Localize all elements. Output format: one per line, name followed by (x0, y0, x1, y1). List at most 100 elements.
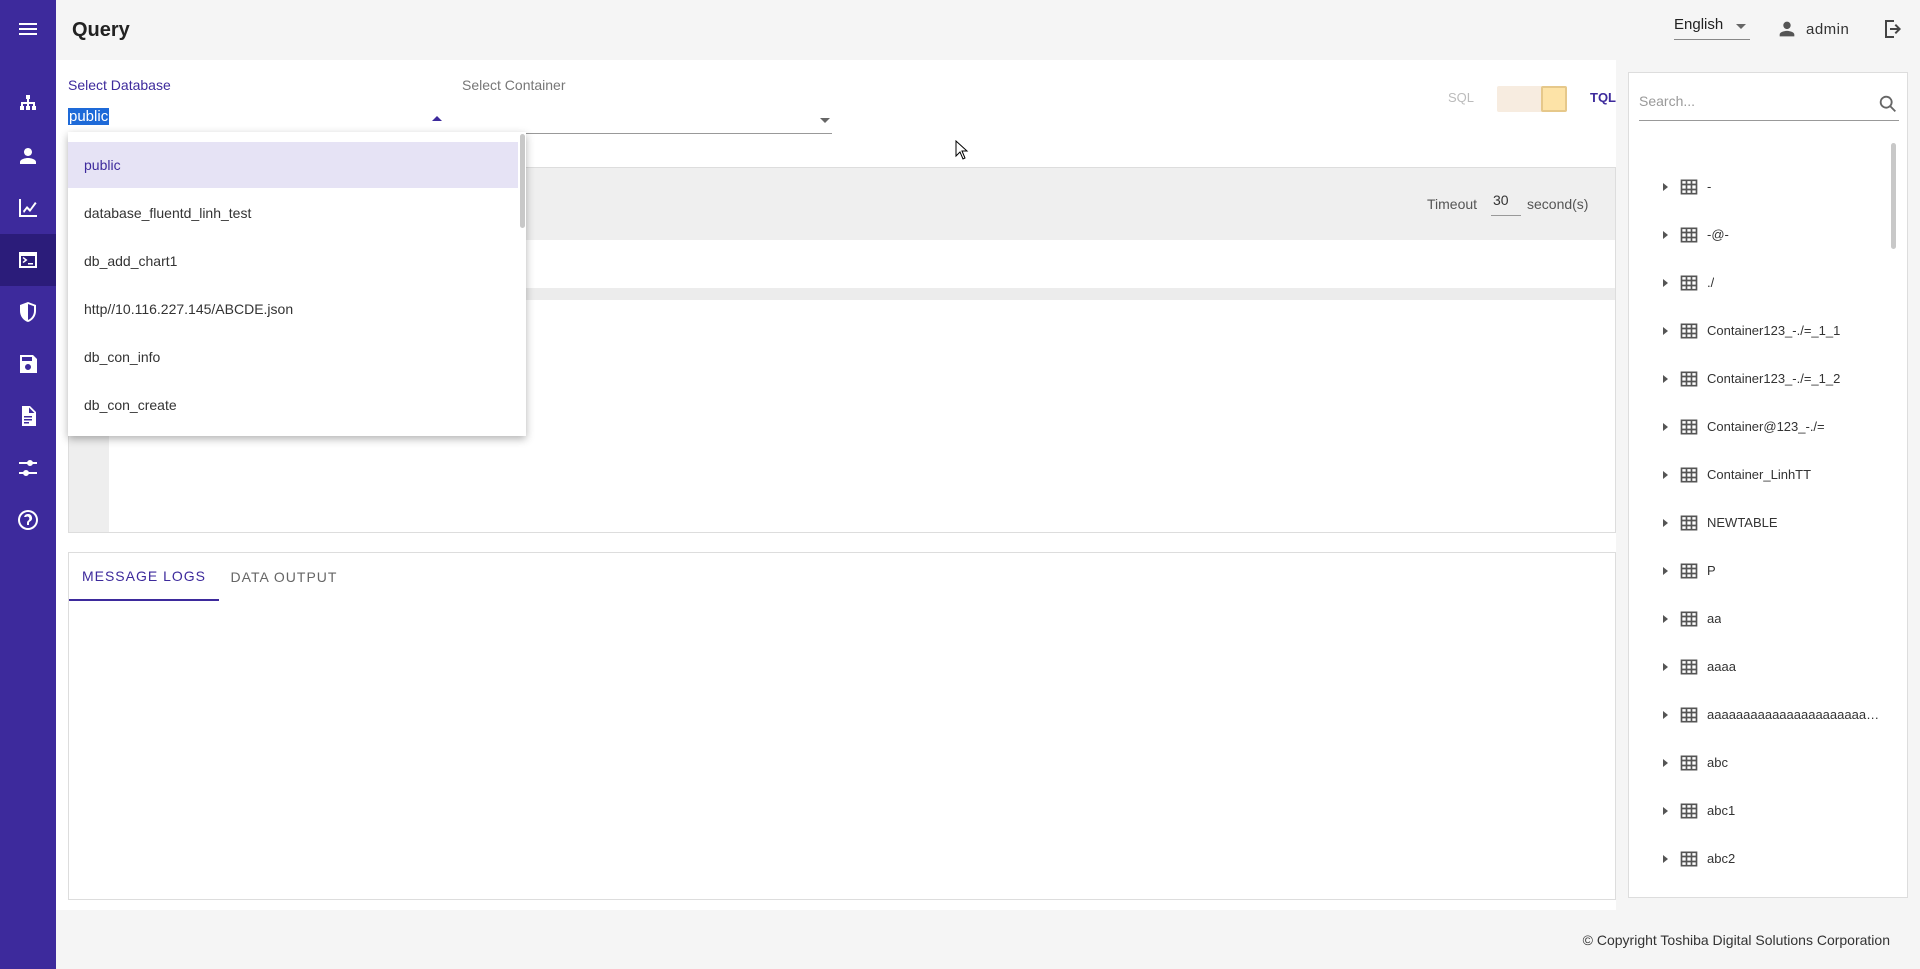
help-icon (18, 510, 38, 530)
tree-item-label: Container_LinhTT (1707, 467, 1812, 482)
sidebar-item-users[interactable] (0, 130, 56, 182)
username: admin (1806, 21, 1850, 38)
tree-item[interactable]: aaaa (1629, 647, 1887, 687)
tree-item[interactable]: abc@abc (1629, 887, 1887, 898)
search-icon[interactable] (1877, 93, 1899, 115)
expand-arrow-icon[interactable] (1663, 375, 1668, 383)
tree-scrollbar[interactable] (1891, 143, 1896, 249)
sql-tql-toggle[interactable] (1497, 84, 1567, 114)
dropdown-option[interactable]: database_fluentd_linh_test (68, 190, 518, 236)
dropdown-option[interactable]: db_con_create (68, 382, 518, 428)
tree-item-label: Container@123_-./= (1707, 419, 1825, 434)
table-icon (1679, 177, 1699, 197)
table-icon (1679, 801, 1699, 821)
tree-item[interactable]: abc1 (1629, 791, 1887, 831)
expand-arrow-icon[interactable] (1663, 855, 1668, 863)
expand-arrow-icon[interactable] (1663, 423, 1668, 431)
logout-icon[interactable] (1880, 17, 1904, 41)
sidebar-item-settings[interactable] (0, 442, 56, 494)
menu-button[interactable] (0, 3, 56, 55)
sidebar-item-backup[interactable] (0, 338, 56, 390)
container-select[interactable] (462, 104, 832, 134)
tree-item[interactable]: ./ (1629, 263, 1887, 303)
table-icon (1679, 513, 1699, 533)
save-icon (20, 355, 37, 373)
dropdown-option[interactable]: db_add_chart1 (68, 238, 518, 284)
timeout-label: Timeout (1427, 196, 1478, 212)
sidebar-item-cluster[interactable] (0, 79, 56, 131)
expand-arrow-icon[interactable] (1663, 711, 1668, 719)
sidebar-item-logs[interactable] (0, 390, 56, 442)
sidebar-item-query[interactable] (0, 234, 56, 286)
expand-arrow-icon[interactable] (1663, 663, 1668, 671)
tree-item[interactable]: aaaaaaaaaaaaaaaaaaaaaaaaaaaaaa (1629, 695, 1887, 735)
tree-item-label: abc1 (1707, 803, 1736, 818)
expand-arrow-icon[interactable] (1663, 279, 1668, 287)
expand-arrow-icon[interactable] (1663, 759, 1668, 767)
app-header: Query English admin (56, 0, 1920, 60)
dropdown-option[interactable]: http//10.116.227.145/ABCDE.json (68, 286, 518, 332)
table-icon (1679, 657, 1699, 677)
table-icon (1679, 465, 1699, 485)
tree-item[interactable]: Container123_-./=_1_2 (1629, 359, 1887, 399)
table-icon (1679, 561, 1699, 581)
table-icon (1679, 273, 1699, 293)
sidebar-item-security[interactable] (0, 286, 56, 338)
output-panel: MESSAGE LOGS DATA OUTPUT (68, 552, 1616, 900)
sidebar (0, 0, 56, 969)
timeout-input[interactable]: 30 (1491, 190, 1521, 216)
language-value: English (1674, 16, 1724, 33)
table-icon (1679, 897, 1699, 898)
table-icon (1679, 849, 1699, 869)
tree-item-label: Container123_-./=_1_2 (1707, 371, 1841, 386)
expand-arrow-icon[interactable] (1663, 471, 1668, 479)
table-icon (1679, 225, 1699, 245)
tree-item[interactable]: Container_LinhTT (1629, 455, 1887, 495)
expand-arrow-icon[interactable] (1663, 231, 1668, 239)
tab-message-logs[interactable]: MESSAGE LOGS (69, 553, 219, 601)
footer-copyright: © Copyright Toshiba Digital Solutions Co… (1582, 932, 1890, 948)
tree-item[interactable]: Container@123_-./= (1629, 407, 1887, 447)
container-tree-panel: - -@- ./ Container123_-./=_1_1 Container123_… (1628, 72, 1908, 898)
dropdown-option[interactable]: db_con_info (68, 334, 518, 380)
dropdown-scrollbar[interactable] (520, 134, 525, 228)
chevron-down-icon (1736, 24, 1746, 29)
container-search (1639, 87, 1899, 121)
shield-icon (20, 302, 36, 322)
document-icon (22, 406, 36, 426)
tree-item[interactable]: NEWTABLE (1629, 503, 1887, 543)
dropdown-option[interactable]: public (68, 142, 518, 188)
expand-arrow-icon[interactable] (1663, 615, 1668, 623)
tree-item[interactable]: aa (1629, 599, 1887, 639)
language-select[interactable]: English (1674, 14, 1750, 40)
chevron-down-icon (820, 118, 830, 123)
tree-item[interactable]: P (1629, 551, 1887, 591)
expand-arrow-icon[interactable] (1663, 567, 1668, 575)
tab-data-output[interactable]: DATA OUTPUT (219, 553, 349, 601)
expand-arrow-icon[interactable] (1663, 807, 1668, 815)
tree-item[interactable]: abc (1629, 743, 1887, 783)
tree-item[interactable]: - (1629, 167, 1887, 207)
tree-item[interactable]: Container123_-./=_1_1 (1629, 311, 1887, 351)
search-input[interactable] (1639, 93, 1859, 109)
chevron-up-icon (432, 116, 442, 121)
tree-item[interactable]: -@- (1629, 215, 1887, 255)
database-select[interactable]: public (68, 104, 442, 134)
toggle-thumb (1541, 86, 1567, 112)
tree-item-label: abc (1707, 755, 1728, 770)
tree-item-label: aa (1707, 611, 1722, 626)
expand-arrow-icon[interactable] (1663, 183, 1668, 191)
settings-icon (19, 460, 37, 476)
expand-arrow-icon[interactable] (1663, 519, 1668, 527)
menu-icon (19, 23, 37, 35)
table-icon (1679, 417, 1699, 437)
table-icon (1679, 369, 1699, 389)
tree-item-label: aaaaaaaaaaaaaaaaaaaaaaaaaaaaaa (1707, 707, 1885, 722)
table-icon (1679, 705, 1699, 725)
tree-item[interactable]: abc2 (1629, 839, 1887, 879)
sidebar-item-help[interactable] (0, 494, 56, 546)
sidebar-item-charts[interactable] (0, 182, 56, 234)
table-icon (1679, 609, 1699, 629)
tree-item-label: abc2 (1707, 851, 1736, 866)
expand-arrow-icon[interactable] (1663, 327, 1668, 335)
